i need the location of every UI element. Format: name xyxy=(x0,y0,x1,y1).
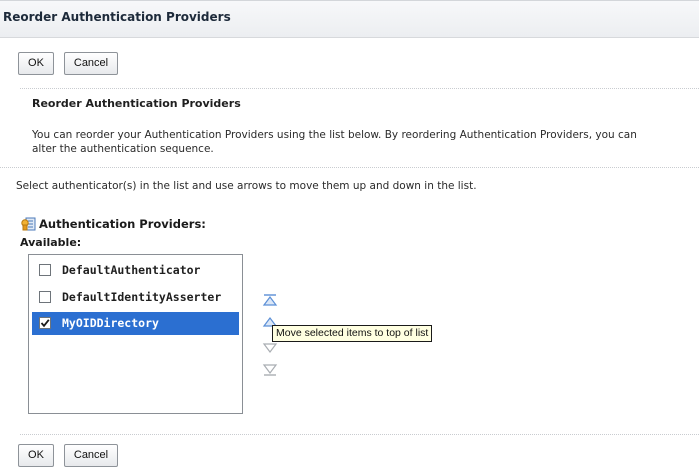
cancel-button-top[interactable]: Cancel xyxy=(64,52,118,75)
section-divider-bottom xyxy=(20,434,699,435)
window-title: Reorder Authentication Providers xyxy=(3,10,231,24)
list-item-label: DefaultIdentityAsserter xyxy=(62,290,222,304)
ok-button-bottom[interactable]: OK xyxy=(18,444,54,467)
description-line-1: You can reorder your Authentication Prov… xyxy=(32,129,637,141)
list-item-checkbox[interactable] xyxy=(39,291,51,303)
authentication-providers-icon xyxy=(20,216,36,232)
list-item-label: MyOIDDirectory xyxy=(62,316,159,330)
checkmark-icon xyxy=(40,319,50,328)
move-to-top-icon[interactable] xyxy=(262,292,278,306)
section-divider-top xyxy=(20,88,699,89)
move-down-icon[interactable] xyxy=(262,340,278,354)
window-title-bar: Reorder Authentication Providers xyxy=(0,0,699,38)
move-to-bottom-icon[interactable] xyxy=(262,362,278,376)
providers-list[interactable]: DefaultAuthenticator DefaultIdentityAsse… xyxy=(28,254,243,414)
list-item[interactable]: MyOIDDirectory xyxy=(32,312,239,335)
arrow-tooltip: Move selected items to top of list xyxy=(272,325,433,342)
section-divider-middle xyxy=(0,167,699,168)
available-label: Available: xyxy=(20,236,82,249)
list-item[interactable]: DefaultAuthenticator xyxy=(32,259,239,282)
list-item[interactable]: DefaultIdentityAsserter xyxy=(32,286,239,309)
section-description: You can reorder your Authentication Prov… xyxy=(32,128,699,156)
list-item-label: DefaultAuthenticator xyxy=(62,263,201,277)
section-heading: Reorder Authentication Providers xyxy=(32,97,241,110)
list-item-checkbox[interactable] xyxy=(39,317,51,329)
list-item-checkbox[interactable] xyxy=(39,264,51,276)
cancel-button-bottom[interactable]: Cancel xyxy=(64,444,118,467)
instruction-text: Select authenticator(s) in the list and … xyxy=(16,180,477,192)
description-line-2: alter the authentication sequence. xyxy=(32,143,214,155)
ok-button-top[interactable]: OK xyxy=(18,52,54,75)
providers-label: Authentication Providers: xyxy=(39,217,206,231)
